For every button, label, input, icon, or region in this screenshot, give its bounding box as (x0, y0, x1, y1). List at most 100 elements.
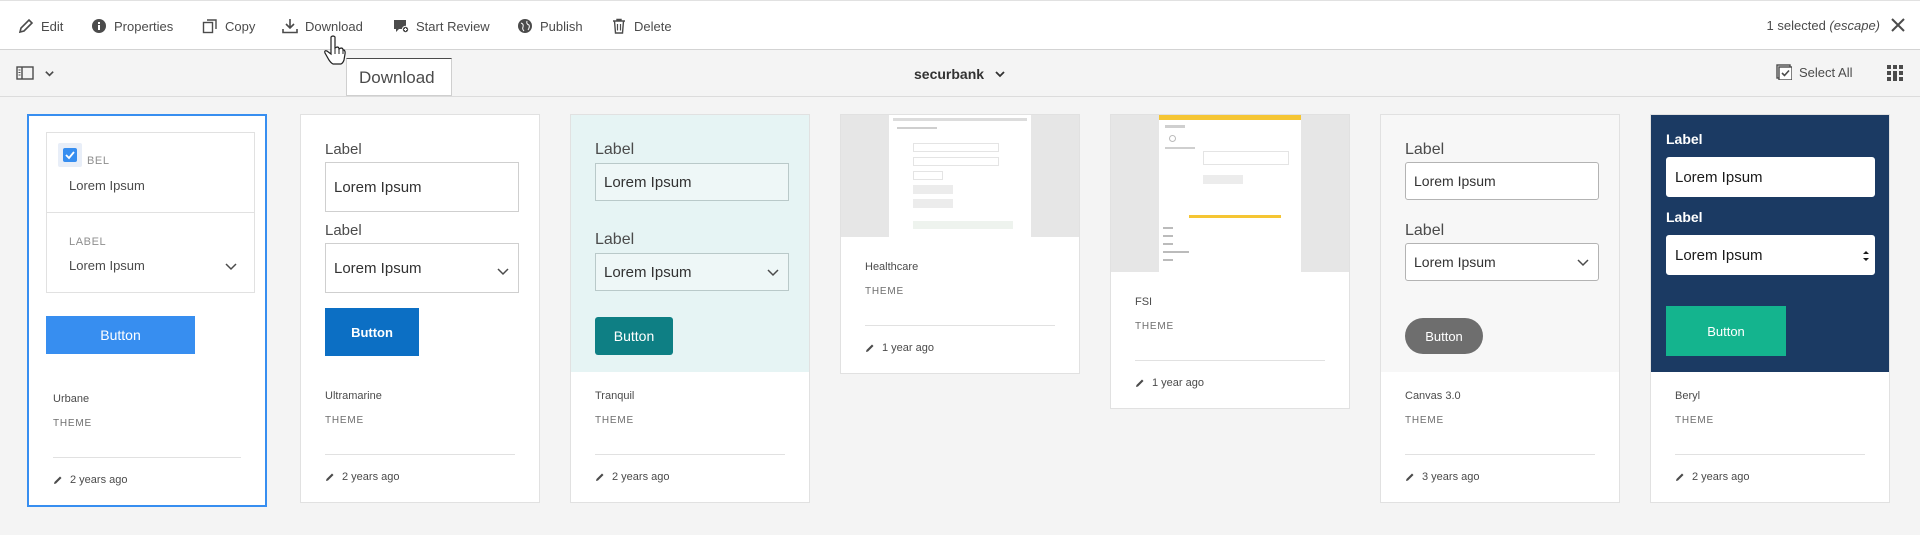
preview-value-2: Lorem Ipsum (325, 243, 519, 293)
card-title: Tranquil (595, 390, 635, 402)
edit-button[interactable]: Edit (18, 13, 63, 39)
theme-card-tranquil[interactable]: Label Lorem Ipsum Label Lorem Ipsum Butt… (570, 114, 810, 503)
theme-card-healthcare[interactable]: Healthcare THEME 1 year ago (840, 114, 1080, 374)
card-type: THEME (1135, 321, 1174, 332)
chevron-down-icon (995, 71, 1005, 78)
card-title: Urbane (53, 393, 90, 405)
preview-label-2: Label (1666, 209, 1703, 225)
copy-label: Copy (225, 18, 256, 34)
card-title: FSI (1135, 296, 1153, 308)
card-modified: 2 years ago (1675, 471, 1889, 502)
card-divider (1135, 360, 1325, 361)
card-type: THEME (53, 418, 92, 429)
card-divider (325, 454, 515, 455)
chevron-down-icon (1577, 259, 1589, 267)
breadcrumb[interactable]: securbank (914, 66, 1006, 82)
card-meta: Ultramarine THEME 2 years ago (301, 390, 539, 502)
copy-button[interactable]: Copy (202, 13, 255, 39)
edit-label: Edit (41, 18, 64, 34)
publish-button[interactable]: Publish (517, 13, 583, 39)
preview-label-2: Label (1405, 222, 1445, 239)
modified-text: 3 years ago (1422, 471, 1480, 483)
preview-label-2: Label (325, 222, 362, 239)
delete-button[interactable]: Delete (611, 13, 672, 39)
card-type: THEME (865, 286, 904, 297)
preview-value-1: Lorem Ipsum (1405, 162, 1599, 200)
delete-label: Delete (634, 18, 672, 34)
preview-label-1: Label (1666, 131, 1703, 147)
preview-label-2: LABEL (69, 236, 107, 248)
preview-button: Button (1405, 318, 1483, 354)
select-all-button[interactable]: Select All (1776, 64, 1852, 80)
preview-value-2: Lorem Ipsum (69, 258, 145, 273)
page-preview-image (889, 115, 1031, 237)
card-modified: 3 years ago (1405, 471, 1619, 502)
copy-icon (202, 19, 217, 34)
preview-value-2: Lorem Ipsum (1666, 235, 1875, 275)
pencil-icon (866, 344, 874, 352)
selected-count: 1 selected (1766, 18, 1826, 33)
preview-label-1: Label (1405, 141, 1445, 158)
card-divider (1405, 454, 1595, 455)
escape-hint: (escape) (1829, 18, 1880, 33)
preview-value-2: Lorem Ipsum (595, 253, 789, 291)
download-label: Download (305, 18, 363, 34)
globe-icon (518, 19, 532, 33)
card-divider (595, 454, 785, 455)
card-title: Canvas 3.0 (1405, 390, 1461, 402)
start-review-label: Start Review (416, 18, 490, 34)
theme-card-beryl[interactable]: Label Lorem Ipsum Label Lorem Ipsum Butt… (1650, 114, 1890, 503)
action-bar: Edit Properties Copy Download Start Revi… (0, 0, 1920, 50)
pencil-icon (18, 18, 34, 34)
properties-button[interactable]: Properties (91, 13, 173, 39)
card-type: THEME (1405, 415, 1444, 426)
card-divider (865, 325, 1055, 326)
rail-toggle-button[interactable] (16, 64, 55, 82)
theme-card-urbane[interactable]: BEL Lorem Ipsum LABEL Lorem Ipsum Button… (27, 114, 267, 507)
card-meta: Canvas 3.0 THEME 3 years ago (1381, 390, 1619, 502)
preview-button: Button (595, 317, 673, 355)
card-type: THEME (325, 415, 364, 426)
card-divider (1675, 454, 1865, 455)
download-tooltip: Download (346, 58, 452, 96)
card-divider (53, 457, 241, 458)
card-view-icon[interactable] (1886, 64, 1904, 82)
preview-value-2: Lorem Ipsum (1405, 243, 1599, 281)
preview-label-1: BEL (87, 155, 110, 167)
publish-label: Publish (540, 18, 583, 34)
start-review-button[interactable]: Start Review (393, 13, 490, 39)
preview-value-1: Lorem Ipsum (325, 162, 519, 212)
preview-divider (46, 212, 255, 213)
modified-text: 1 year ago (1152, 377, 1204, 389)
chevron-down-icon (767, 269, 779, 277)
modified-text: 2 years ago (70, 474, 128, 486)
chevron-down-icon (45, 70, 54, 77)
side-panel-icon (16, 66, 34, 80)
card-modified: 2 years ago (325, 471, 539, 502)
content-toolbar: securbank Select All (0, 51, 1920, 97)
modified-text: 1 year ago (882, 342, 934, 354)
preview-value-1: Lorem Ipsum (1666, 157, 1875, 197)
card-meta: Urbane THEME 2 years ago (29, 393, 265, 505)
breadcrumb-title: securbank (914, 66, 985, 82)
theme-card-fsi[interactable]: FSI THEME 1 year ago (1110, 114, 1350, 409)
preview-button: Button (1666, 306, 1786, 356)
preview-button: Button (46, 316, 195, 354)
preview-label-1: Label (325, 141, 362, 158)
card-thumbnail (841, 115, 1079, 237)
modified-text: 2 years ago (1692, 471, 1750, 483)
card-title: Healthcare (865, 261, 919, 273)
theme-card-canvas[interactable]: Label Lorem Ipsum Label Lorem Ipsum Butt… (1380, 114, 1620, 503)
selection-checkbox[interactable] (58, 143, 82, 167)
download-button[interactable]: Download (282, 13, 363, 39)
chevron-down-icon (497, 268, 509, 276)
card-modified: 2 years ago (53, 474, 265, 505)
card-modified: 1 year ago (1135, 377, 1349, 408)
pencil-icon (1406, 473, 1414, 481)
card-type: THEME (595, 415, 634, 426)
hand-cursor-icon (324, 35, 346, 65)
close-icon[interactable] (1890, 17, 1906, 33)
download-icon (282, 19, 298, 34)
card-title: Ultramarine (325, 390, 382, 402)
theme-card-ultramarine[interactable]: Label Lorem Ipsum Label Lorem Ipsum Butt… (300, 114, 540, 503)
